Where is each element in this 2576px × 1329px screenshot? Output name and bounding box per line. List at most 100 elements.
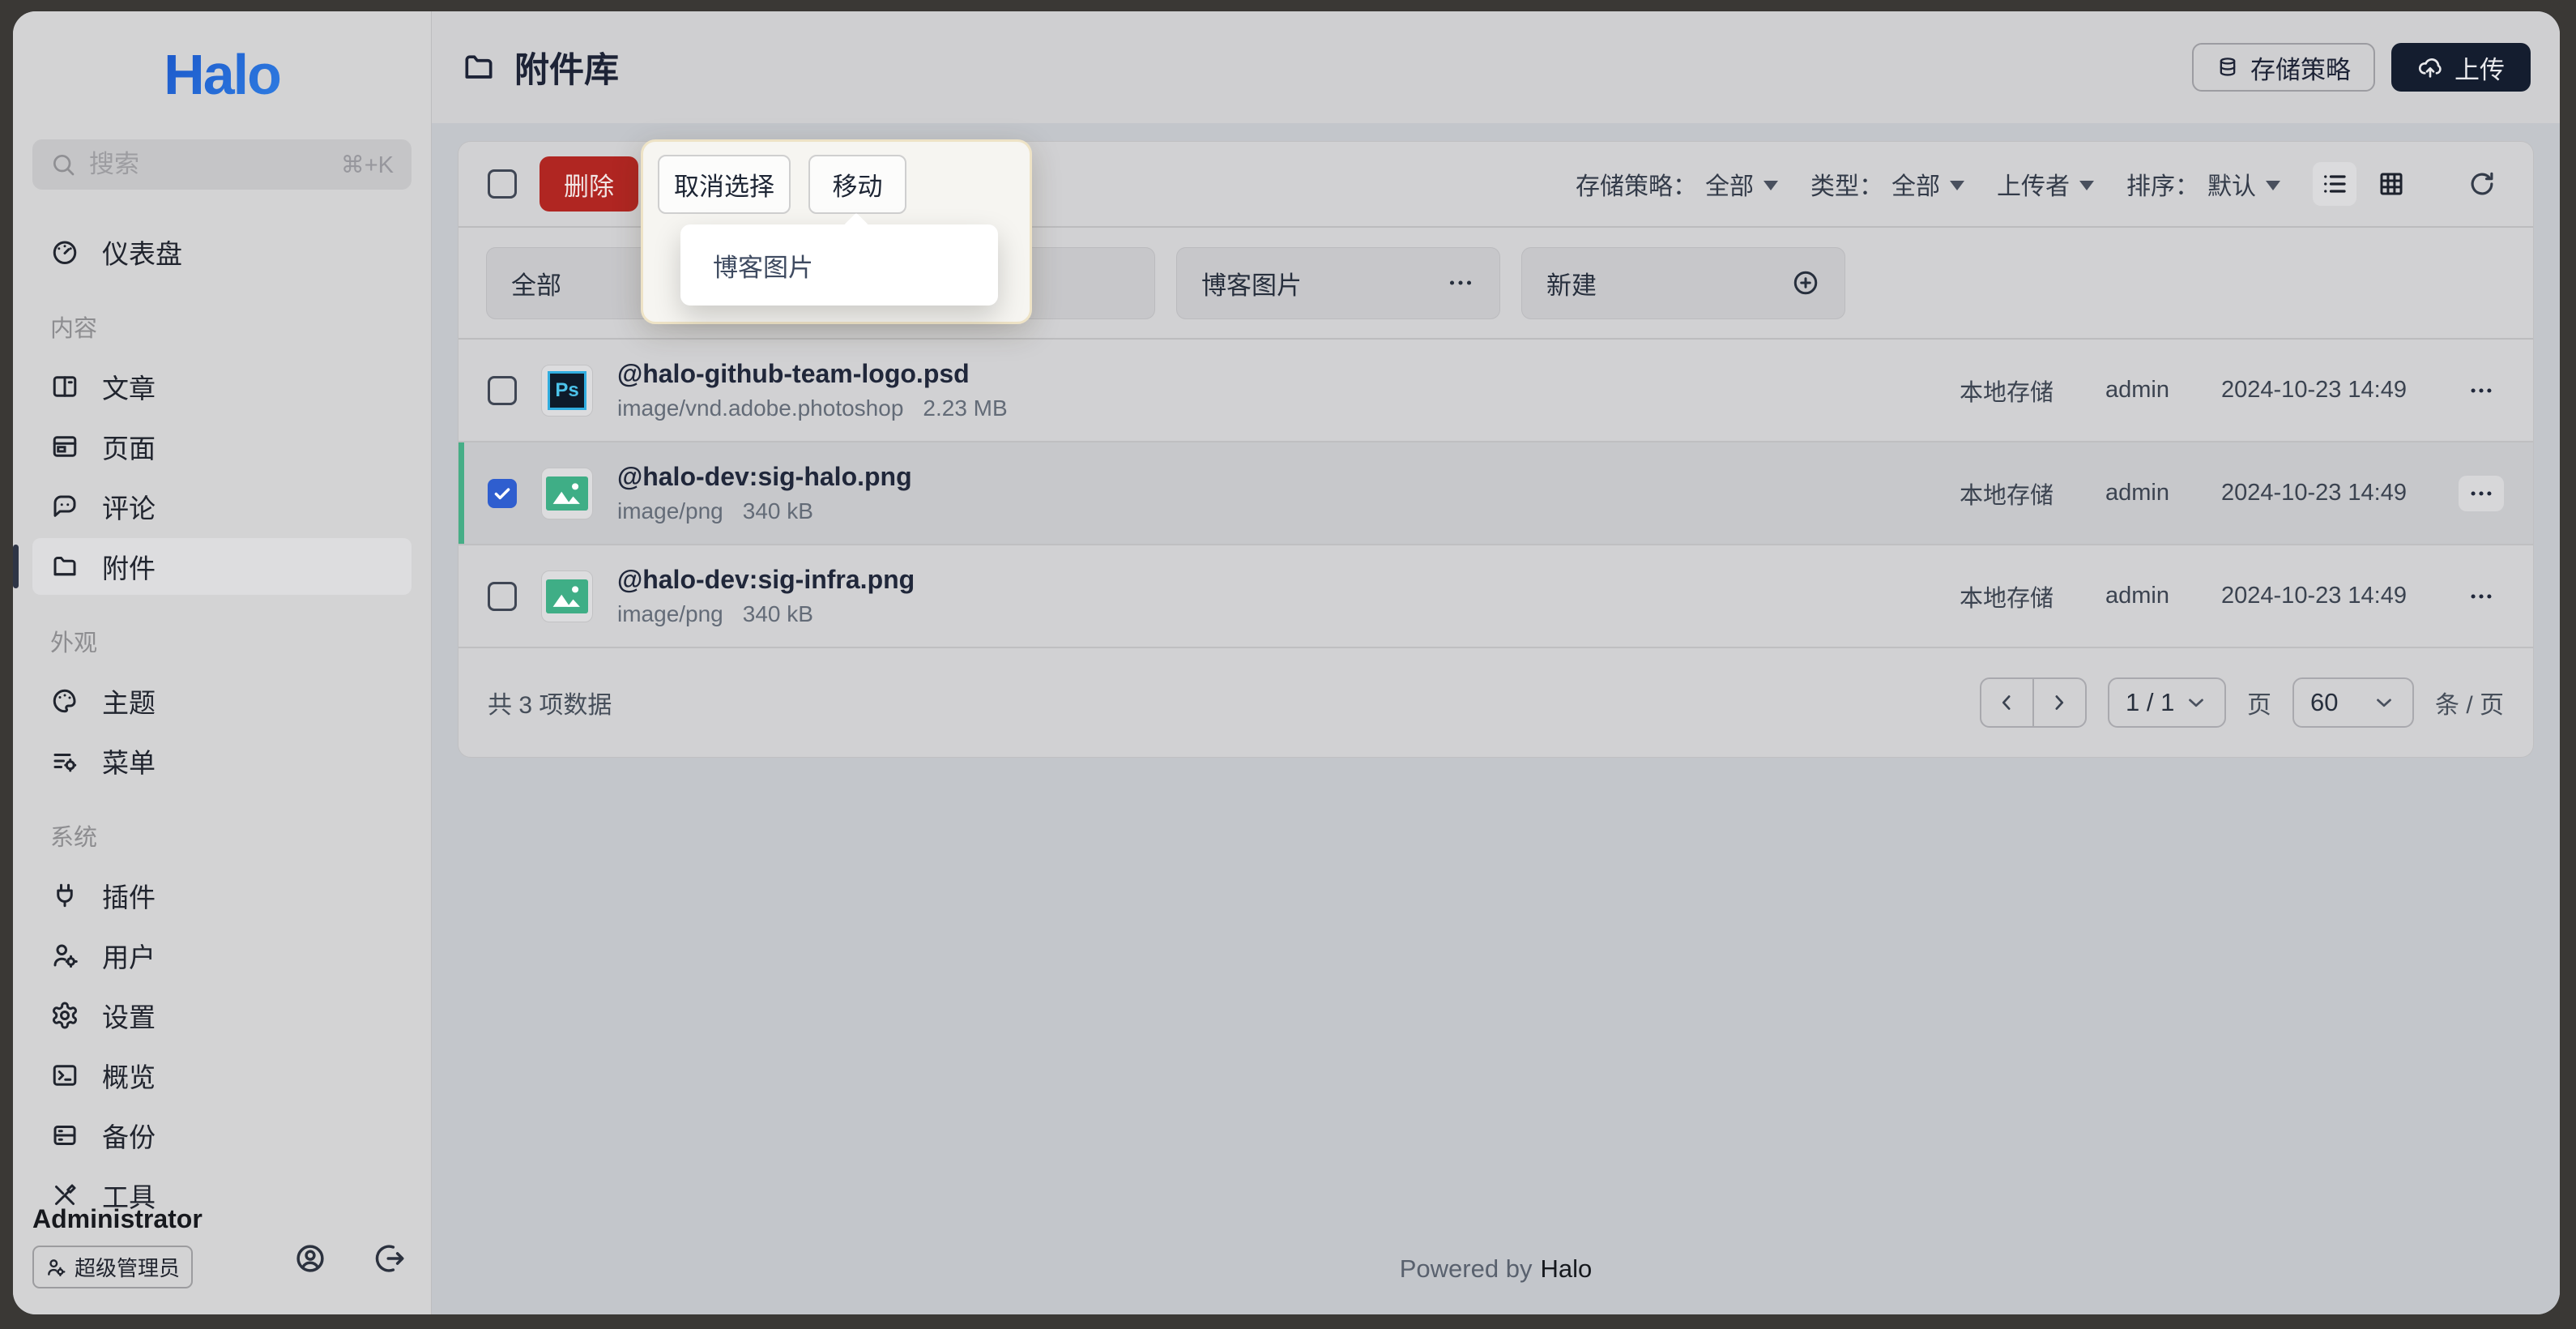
file-name: @halo-dev:sig-halo.png (617, 462, 912, 492)
search-shortcut: ⌘+K (341, 151, 394, 179)
cloud-upload-icon (2417, 54, 2443, 80)
sidebar-item-posts[interactable]: 文章 (32, 358, 412, 415)
ellipsis-icon (2467, 480, 2495, 507)
prev-page-button[interactable] (1981, 679, 2034, 726)
caret-down-icon (2079, 181, 2094, 198)
folder-icon (50, 552, 79, 581)
sidebar-item-plugins[interactable]: 插件 (32, 867, 412, 924)
sidebar-item-label: 页面 (102, 427, 156, 466)
group-tab-create[interactable]: 新建 (1521, 247, 1845, 319)
row-more-button[interactable] (2459, 579, 2504, 614)
filter-label: 上传者 (1997, 166, 2070, 202)
sidebar-item-settings[interactable]: 设置 (32, 987, 412, 1044)
page-unit-label: 页 (2247, 685, 2271, 720)
page-size-value: 60 (2310, 688, 2338, 717)
table-row[interactable]: @halo-dev:sig-halo.png image/png 340 kB … (458, 442, 2533, 545)
page-select[interactable]: 1 / 1 (2108, 677, 2226, 728)
storage-policy-label: 存储策略 (2250, 49, 2351, 86)
chevron-right-icon (2047, 690, 2071, 715)
caret-down-icon (1950, 181, 1964, 198)
chevron-down-icon (2372, 690, 2396, 715)
powered-brand[interactable]: Halo (1540, 1254, 1592, 1284)
image-icon (546, 476, 588, 511)
file-size: 2.23 MB (923, 395, 1007, 421)
page-select-value: 1 / 1 (2126, 688, 2174, 717)
file-uploader: admin (2105, 480, 2169, 506)
role-badge-label: 超级管理员 (75, 1252, 180, 1282)
ellipsis-icon[interactable] (1446, 268, 1475, 297)
sidebar-item-label: 菜单 (102, 741, 156, 780)
refresh-icon (2467, 169, 2497, 199)
group-tab-label: 博客图片 (1201, 265, 1302, 301)
select-all-checkbox[interactable] (488, 169, 517, 199)
filter-label: 排序： (2126, 166, 2199, 202)
sidebar-item-attachments[interactable]: 附件 (32, 538, 412, 595)
sidebar-section-appearance: 外观 (32, 624, 412, 658)
caret-down-icon (2266, 181, 2280, 198)
file-size: 340 kB (743, 601, 813, 627)
sidebar-item-comments[interactable]: 评论 (32, 478, 412, 535)
delete-button[interactable]: 删除 (540, 156, 638, 212)
sidebar-nav: 仪表盘 内容 文章 页面 评论 附件 外观 主题 (32, 224, 412, 1224)
sidebar-item-themes[interactable]: 主题 (32, 673, 412, 729)
filter-uploader[interactable]: 上传者 (1997, 166, 2094, 202)
file-storage: 本地存储 (1960, 476, 2054, 511)
delete-label: 删除 (564, 166, 614, 203)
role-badge: 超级管理员 (32, 1246, 193, 1288)
file-thumbnail: Ps (541, 365, 593, 417)
page-title-text: 附件库 (514, 42, 619, 92)
grid-view-icon (2377, 169, 2406, 199)
filter-label: 存储策略： (1576, 166, 1697, 202)
group-tab-label: 全部 (511, 265, 561, 301)
page-title: 附件库 (461, 42, 619, 92)
logout-icon[interactable] (373, 1241, 407, 1276)
table-row[interactable]: @halo-dev:sig-infra.png image/png 340 kB… (458, 545, 2533, 648)
pager (1980, 677, 2087, 728)
row-more-button[interactable] (2459, 476, 2504, 511)
sidebar-item-backup[interactable]: 备份 (32, 1107, 412, 1164)
row-checkbox[interactable] (488, 582, 517, 611)
storage-policy-button[interactable]: 存储策略 (2192, 43, 2375, 92)
move-button[interactable]: 移动 (808, 155, 906, 214)
powered-prefix: Powered by (1400, 1254, 1533, 1284)
sidebar-item-label: 评论 (102, 487, 156, 526)
file-name: @halo-github-team-logo.psd (617, 359, 1008, 389)
row-more-button[interactable] (2459, 373, 2504, 408)
table-row[interactable]: Ps @halo-github-team-logo.psd image/vnd.… (458, 340, 2533, 442)
sidebar-item-users[interactable]: 用户 (32, 927, 412, 984)
menu-item-blog-images[interactable]: 博客图片 (680, 247, 813, 284)
search-box[interactable]: ⌘+K (32, 139, 412, 190)
user-gear-icon (45, 1257, 66, 1278)
deselect-button[interactable]: 取消选择 (658, 155, 791, 214)
sidebar: Halo ⌘+K 仪表盘 内容 文章 页面 (13, 11, 432, 1314)
grid-view-button[interactable] (2369, 162, 2413, 206)
sidebar-item-menus[interactable]: 菜单 (32, 733, 412, 789)
page-size-select[interactable]: 60 (2292, 677, 2414, 728)
refresh-button[interactable] (2460, 162, 2504, 206)
sidebar-item-pages[interactable]: 页面 (32, 418, 412, 475)
user-cog-icon (50, 941, 79, 970)
row-checkbox[interactable] (488, 479, 517, 508)
filter-sort[interactable]: 排序： 默认 (2126, 166, 2280, 202)
sidebar-item-dashboard[interactable]: 仪表盘 (32, 224, 412, 280)
filter-type[interactable]: 类型： 全部 (1810, 166, 1964, 202)
user-circle-icon[interactable] (293, 1241, 327, 1276)
row-checkbox[interactable] (488, 376, 517, 405)
sidebar-item-label: 文章 (102, 367, 156, 406)
file-mime: image/vnd.adobe.photoshop (617, 395, 903, 421)
filter-value: 全部 (1705, 166, 1754, 202)
plus-circle-icon (1791, 268, 1820, 297)
group-tab-blog-images[interactable]: 博客图片 (1176, 247, 1500, 319)
file-mime: image/png (617, 601, 723, 627)
search-input[interactable] (89, 150, 328, 179)
list-view-button[interactable] (2313, 162, 2356, 206)
filter-storage-policy[interactable]: 存储策略： 全部 (1576, 166, 1778, 202)
next-page-button[interactable] (2034, 679, 2085, 726)
sidebar-item-overview[interactable]: 概览 (32, 1047, 412, 1104)
gauge-icon (50, 237, 79, 267)
upload-button[interactable]: 上传 (2391, 43, 2531, 92)
file-time: 2024-10-23 14:49 (2221, 377, 2407, 404)
move-label: 移动 (833, 166, 883, 203)
sidebar-item-label: 仪表盘 (102, 233, 182, 271)
file-mime: image/png (617, 498, 723, 524)
